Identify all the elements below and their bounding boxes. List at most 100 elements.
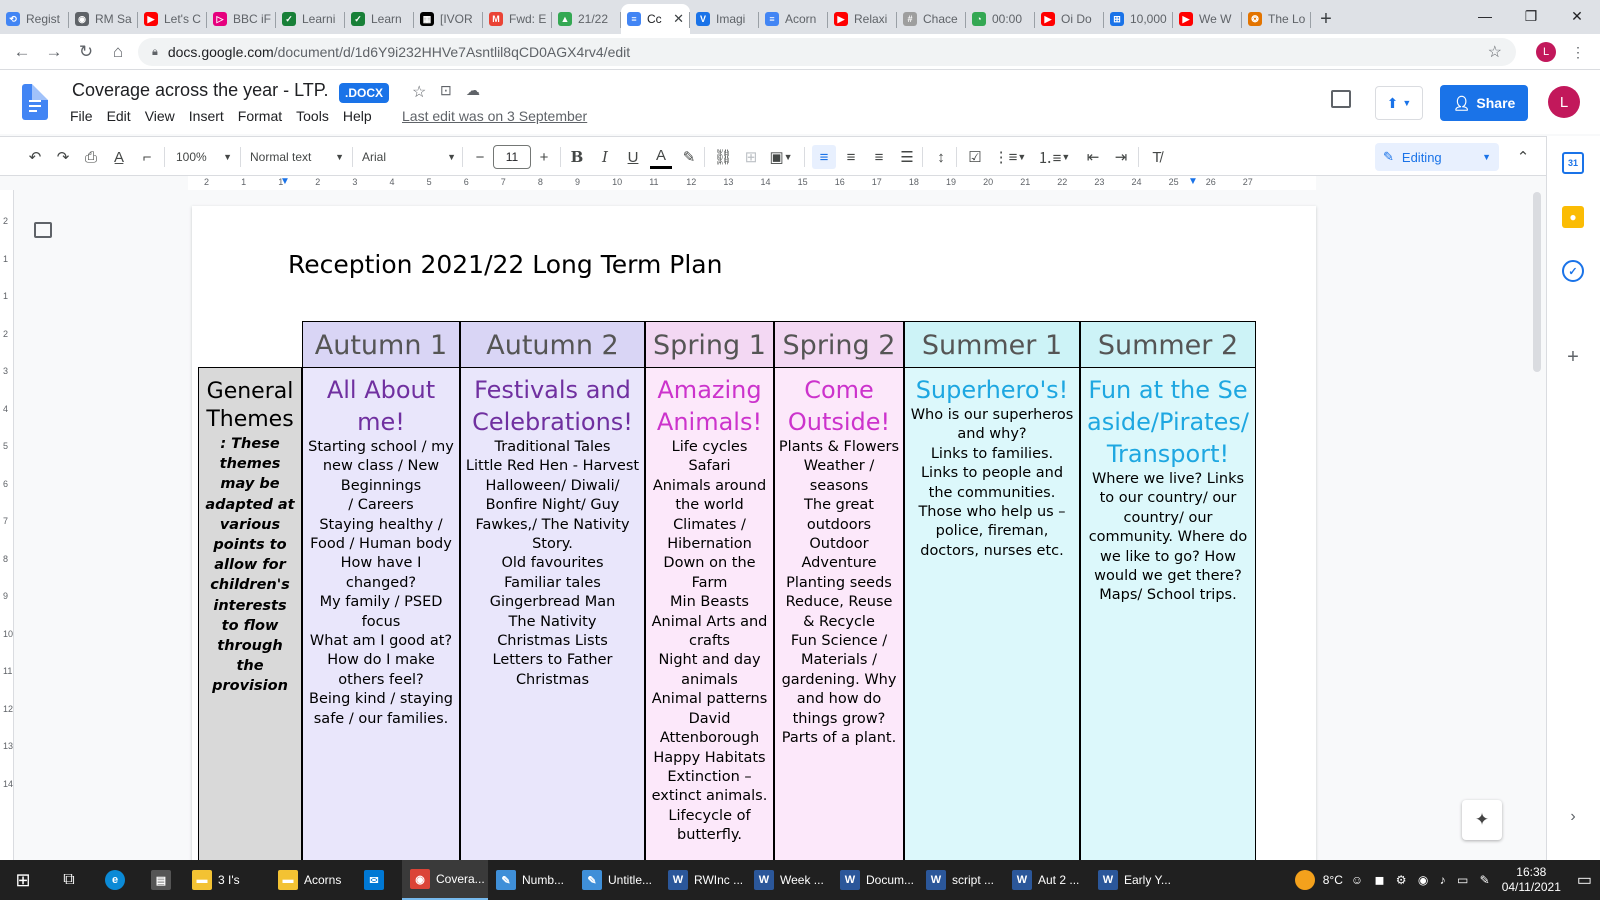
term-header[interactable]: Summer 1 (904, 321, 1080, 368)
tasks-icon[interactable]: ✓ (1562, 260, 1584, 282)
paragraph-style-select[interactable]: Normal text ▼ (250, 145, 344, 169)
browser-tab[interactable]: ≡ Acorn (759, 4, 828, 34)
menu-insert[interactable]: Insert (189, 108, 224, 124)
keep-icon[interactable]: ● (1562, 206, 1584, 228)
taskbar-item[interactable]: ✉ (356, 860, 402, 900)
taskbar-item[interactable]: W Aut 2 ... (1004, 860, 1090, 900)
browser-tab[interactable]: ◔ 00:00 (966, 4, 1035, 34)
line-spacing-icon[interactable]: ↕ (930, 145, 952, 169)
browser-tab[interactable]: ▷ BBC iF (207, 4, 276, 34)
browser-tab[interactable]: ✓ Learn (345, 4, 414, 34)
print-icon[interactable]: ⎙ (80, 145, 102, 169)
forward-button[interactable]: → (42, 40, 66, 64)
term-cell[interactable]: Come Outside! Plants & Flowers Weather / … (774, 367, 904, 866)
justify-button[interactable]: ☰ (896, 145, 918, 169)
collapse-toolbar-icon[interactable]: ⌃ (1512, 145, 1534, 169)
term-header[interactable]: Spring 1 (645, 321, 774, 368)
term-cell[interactable]: All About me! Starting school / my new cl… (302, 367, 460, 866)
italic-button[interactable]: I (594, 145, 616, 169)
undo-icon[interactable]: ↶ (24, 145, 46, 169)
notifications-icon[interactable]: ▭ (1577, 870, 1592, 890)
term-header[interactable]: Spring 2 (774, 321, 904, 368)
cloud-status-icon[interactable]: ☁ (466, 82, 480, 99)
increase-font-size-button[interactable]: + (534, 145, 554, 169)
document-page[interactable]: Reception 2021/22 Long Term Plan General… (192, 206, 1316, 866)
browser-tab[interactable]: ▦ [IVOR (414, 4, 483, 34)
browser-tab[interactable]: ▶ Oi Do (1035, 4, 1104, 34)
document-outline-icon[interactable] (34, 222, 52, 238)
scrollbar-thumb[interactable] (1533, 192, 1541, 372)
browser-tab[interactable]: ✓ Learni (276, 4, 345, 34)
highlight-icon[interactable]: ✎ (678, 145, 700, 169)
link-icon[interactable]: ⛓ (712, 145, 734, 169)
home-icon[interactable]: ⌂ (106, 40, 130, 64)
document-heading[interactable]: Reception 2021/22 Long Term Plan (288, 250, 722, 279)
insert-image-icon[interactable]: ▣ ▼ (766, 145, 796, 169)
document-title[interactable]: Coverage across the year - LTP. (72, 80, 328, 101)
present-button[interactable]: ⬆ ▼ (1375, 86, 1423, 120)
redo-icon[interactable]: ↷ (52, 145, 74, 169)
term-header[interactable]: Autumn 2 (460, 321, 645, 368)
bold-button[interactable]: B (566, 145, 588, 169)
term-cell[interactable]: Fun at the Seaside/Pirates/Transport! Whe… (1080, 367, 1256, 866)
comment-add-icon[interactable]: ⊞ (740, 145, 762, 169)
edge-button[interactable]: e (92, 860, 138, 900)
numbered-list-icon[interactable]: ⒈≡ ▼ (1038, 145, 1071, 169)
star-icon[interactable]: ☆ (412, 82, 426, 102)
taskbar-item[interactable]: W Docum... (832, 860, 918, 900)
weather-icon[interactable] (1294, 870, 1315, 890)
align-center-button[interactable]: ≡ (840, 145, 862, 169)
browser-tab[interactable]: ⟲ Regist (0, 4, 69, 34)
reload-button[interactable]: ↻ (74, 40, 98, 64)
browser-tab[interactable]: ▶ Let's C (138, 4, 207, 34)
zoom-select[interactable]: 100% ▼ (176, 145, 232, 169)
profile-avatar[interactable]: L (1536, 42, 1556, 62)
taskbar-item[interactable]: W Week ... (746, 860, 832, 900)
text-color-button[interactable]: A (650, 145, 672, 169)
docs-logo-icon[interactable] (22, 84, 48, 120)
share-button[interactable]: 👤︎ Share (1440, 85, 1528, 121)
browser-tab[interactable]: ▲ 21/22 (552, 4, 621, 34)
start-button[interactable]: ⊞ (0, 860, 46, 900)
decrease-font-size-button[interactable]: − (470, 145, 490, 169)
term-cell[interactable]: Amazing Animals! Life cycles Safari Anima… (645, 367, 774, 866)
browser-tab[interactable]: ▶ We W (1173, 4, 1242, 34)
browser-tab[interactable]: M Fwd: E (483, 4, 552, 34)
back-button[interactable]: ← (10, 40, 34, 64)
align-right-button[interactable]: ≡ (868, 145, 890, 169)
address-bar[interactable]: 🔒︎ docs.google.com/document/d/1d6Y9i232H… (138, 38, 1516, 66)
calendar-icon[interactable]: 31 (1562, 152, 1584, 174)
comment-history-icon[interactable] (1331, 90, 1351, 108)
last-edit-link[interactable]: Last edit was on 3 September (402, 108, 587, 124)
browser-tab[interactable]: # Chace (897, 4, 966, 34)
left-indent-marker[interactable]: ▼ (280, 176, 290, 187)
star-icon[interactable]: ☆ (1488, 42, 1502, 62)
minimize-button[interactable]: — (1462, 0, 1508, 32)
task-view-button[interactable]: ⧉ (46, 860, 92, 900)
term-cell[interactable]: Superhero's! Who is our superheros and wh… (904, 367, 1080, 866)
align-left-button[interactable]: ≡ (812, 145, 836, 169)
editing-mode-select[interactable]: ✎ Editing ▼ (1375, 143, 1499, 171)
taskbar-item[interactable]: ✎ Untitle... (574, 860, 660, 900)
term-header[interactable]: Summer 2 (1080, 321, 1256, 368)
menu-format[interactable]: Format (238, 108, 282, 124)
taskbar-item[interactable]: W RWInc ... (660, 860, 746, 900)
browser-tab[interactable]: ❂ The Lo (1242, 4, 1311, 34)
menu-view[interactable]: View (145, 108, 175, 124)
horizontal-ruler[interactable]: 2 1 1 2 3 4 5 6 7 8 9 10 11 12 13 14 15 16 17 18 19 20 21 22 23 2… (0, 176, 1530, 190)
add-on-icon[interactable]: + (1562, 346, 1584, 368)
taskbar-item[interactable]: ▬ 3 I's (184, 860, 270, 900)
spellcheck-icon[interactable]: A̲ (108, 145, 130, 169)
increase-indent-icon[interactable]: ⇥ (1110, 145, 1132, 169)
store-button[interactable]: ▤ (138, 860, 184, 900)
close-window-button[interactable]: ✕ (1554, 0, 1600, 32)
explore-icon[interactable]: ✦ (1462, 800, 1502, 840)
browser-tab[interactable]: ⊞ 10,000 (1104, 4, 1173, 34)
browser-tab[interactable]: ◉ RM Sa (69, 4, 138, 34)
term-header[interactable]: Autumn 1 (302, 321, 460, 368)
paint-format-icon[interactable]: ⌐ (136, 145, 158, 169)
more-menu-icon[interactable]: ⋮ (1566, 40, 1590, 64)
clear-formatting-icon[interactable]: T̸ (1146, 145, 1168, 169)
font-size-input[interactable]: 11 (493, 145, 531, 169)
move-folder-icon[interactable]: ⊡ (440, 82, 452, 99)
